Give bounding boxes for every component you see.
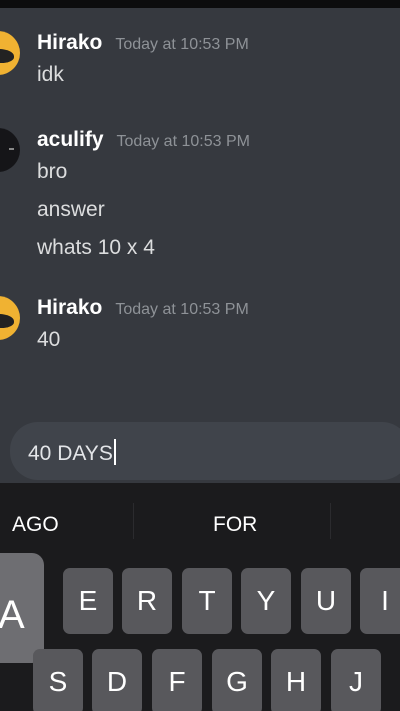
message-input-text[interactable]: 40 DAYS (28, 439, 116, 466)
suggestion-for[interactable]: FOR (213, 513, 257, 537)
message-text: answer (37, 198, 105, 221)
key-h[interactable]: H (271, 649, 321, 711)
key-t[interactable]: T (182, 568, 232, 634)
key-d[interactable]: D (92, 649, 142, 711)
message-text: 40 (37, 328, 61, 351)
suggestion-divider (330, 503, 331, 539)
message-text: bro (37, 160, 68, 183)
key-e[interactable]: E (63, 568, 113, 634)
message-text: whats 10 x 4 (37, 236, 155, 259)
key-j[interactable]: J (331, 649, 381, 711)
avatar[interactable] (0, 296, 20, 340)
key-f[interactable]: F (152, 649, 202, 711)
chat-area: Hirako Today at 10:53 PM idk aculify Tod… (0, 8, 400, 483)
timestamp: Today at 10:53 PM (115, 301, 249, 318)
message-header: Hirako Today at 10:53 PM (37, 296, 249, 320)
avatar[interactable] (0, 128, 20, 172)
key-u[interactable]: U (301, 568, 351, 634)
key-g[interactable]: G (212, 649, 262, 711)
message-header: Hirako Today at 10:53 PM (37, 31, 249, 55)
message-input[interactable]: 40 DAYS (10, 422, 400, 480)
keyboard: AGO FOR A E R T Y U I S D F G H J (0, 483, 400, 711)
key-popup-a[interactable]: A (0, 553, 44, 663)
username[interactable]: Hirako (37, 296, 102, 320)
username[interactable]: aculify (37, 128, 104, 152)
text-caret (113, 439, 116, 465)
message-text: idk (37, 63, 64, 86)
message-header: aculify Today at 10:53 PM (37, 128, 250, 152)
suggestion-ago[interactable]: AGO (12, 513, 59, 537)
key-i[interactable]: I (360, 568, 400, 634)
timestamp: Today at 10:53 PM (115, 36, 249, 53)
username[interactable]: Hirako (37, 31, 102, 55)
key-s[interactable]: S (33, 649, 83, 711)
timestamp: Today at 10:53 PM (116, 133, 250, 150)
key-r[interactable]: R (122, 568, 172, 634)
suggestion-divider (133, 503, 134, 539)
avatar[interactable] (0, 31, 20, 75)
key-y[interactable]: Y (241, 568, 291, 634)
